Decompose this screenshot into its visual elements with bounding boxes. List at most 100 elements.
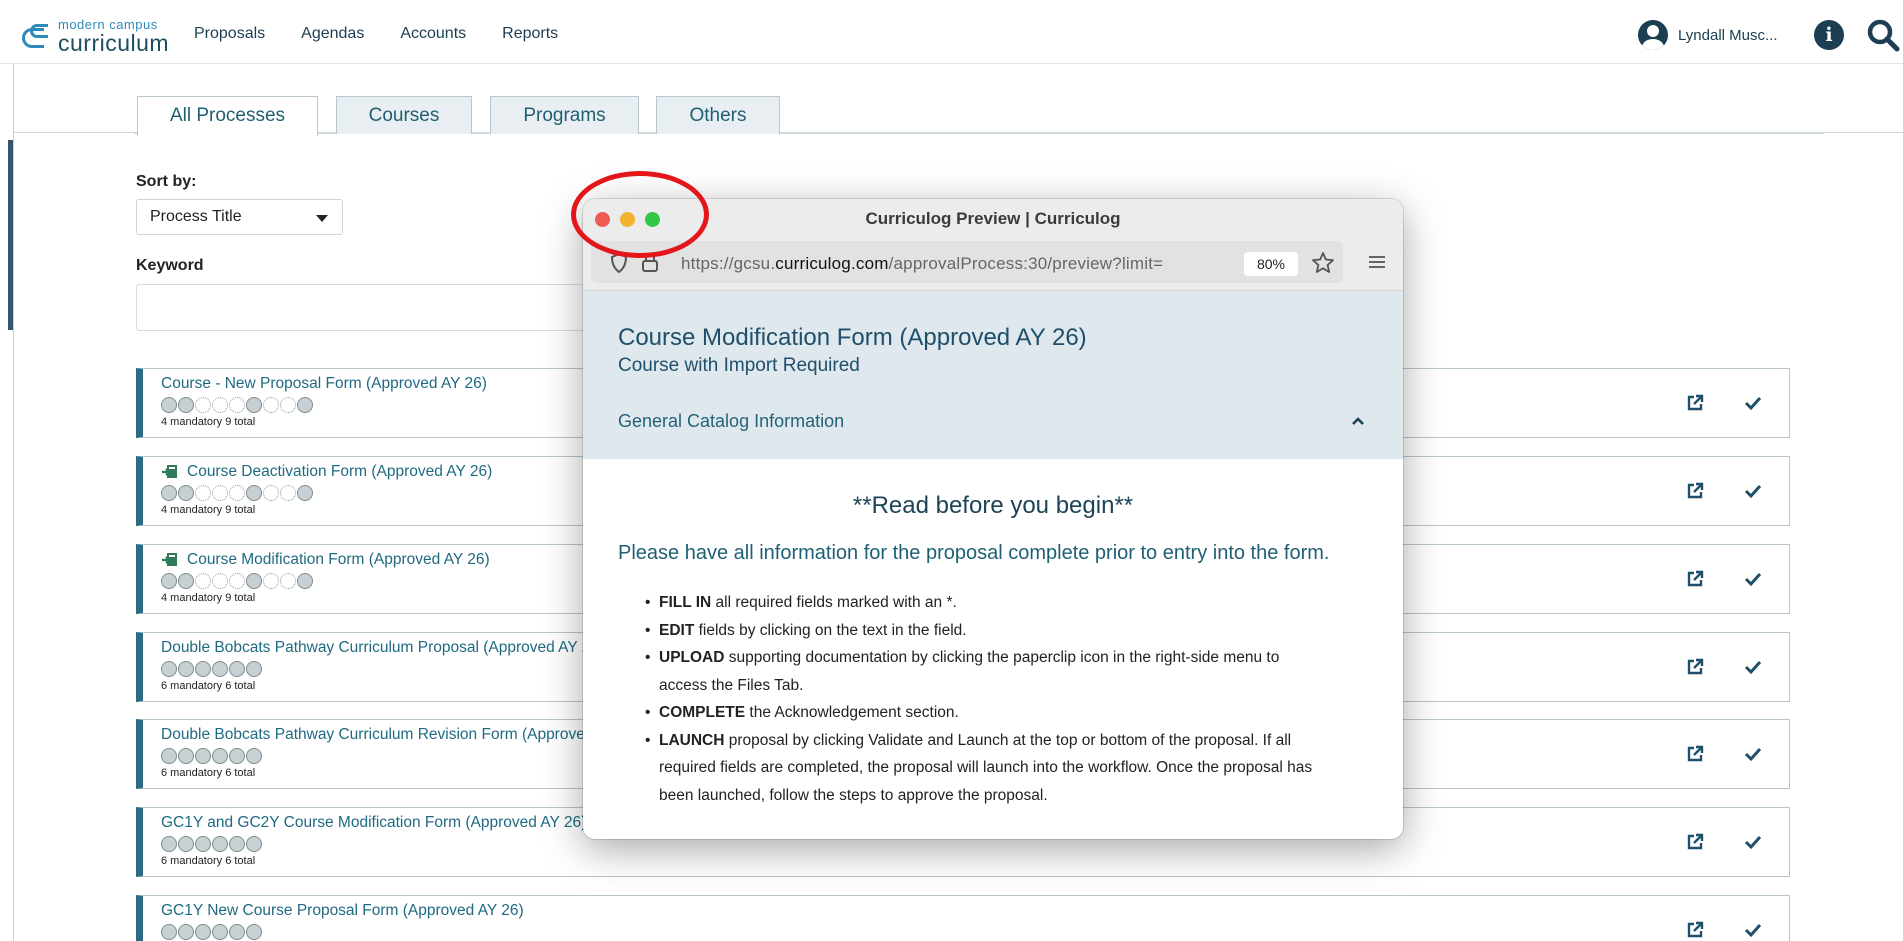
user-menu[interactable]: Lyndall Musc...: [1638, 20, 1778, 50]
step-summary: 4 mandatory 9 total: [161, 504, 256, 516]
section-title[interactable]: General Catalog Information: [618, 411, 844, 432]
select-check-icon[interactable]: [1743, 920, 1763, 940]
user-name: Lyndall Musc...: [1678, 26, 1778, 44]
tab-others[interactable]: Others: [656, 96, 780, 134]
mandatory-step-dot: [161, 836, 177, 852]
optional-step-dot: [263, 573, 279, 589]
mandatory-step-dot: [297, 573, 313, 589]
instruction-text: all required fields marked with an *.: [711, 594, 957, 611]
open-external-icon[interactable]: [1685, 481, 1705, 501]
mandatory-step-dot: [195, 924, 211, 940]
select-check-icon[interactable]: [1743, 393, 1763, 413]
workflow-steps: [161, 397, 314, 413]
nav-agendas[interactable]: Agendas: [301, 25, 364, 43]
instruction-keyword: FILL IN: [659, 594, 712, 611]
mandatory-step-dot: [178, 836, 194, 852]
optional-step-dot: [263, 397, 279, 413]
sort-label: Sort by:: [136, 173, 197, 190]
mandatory-step-dot: [297, 485, 313, 501]
url-prefix: https://gcsu.: [681, 254, 776, 273]
open-external-icon[interactable]: [1685, 393, 1705, 413]
keyword-input[interactable]: [136, 284, 596, 331]
address-bar: https://gcsu.curriculog.com/approvalProc…: [583, 237, 1403, 291]
instruction-text: proposal by clicking Validate and Launch…: [659, 731, 1313, 804]
workflow-steps: [161, 836, 263, 852]
url-text: https://gcsu.curriculog.com/approvalProc…: [681, 254, 1163, 274]
step-summary: 6 mandatory 6 total: [161, 855, 256, 867]
import-icon: [162, 553, 177, 566]
mandatory-step-dot: [246, 661, 262, 677]
optional-step-dot: [212, 573, 228, 589]
open-external-icon[interactable]: [1685, 657, 1705, 677]
user-avatar-icon: [1638, 20, 1668, 50]
form-subtitle: Course with Import Required: [618, 355, 860, 376]
select-check-icon[interactable]: [1743, 569, 1763, 589]
tab-all-processes[interactable]: All Processes: [137, 96, 318, 136]
info-icon[interactable]: i: [1814, 20, 1844, 50]
mandatory-step-dot: [195, 661, 211, 677]
process-title[interactable]: Course Deactivation Form (Approved AY 26…: [161, 463, 492, 481]
instructions-list: FILL IN all required fields marked with …: [645, 589, 1325, 809]
tab-courses[interactable]: Courses: [336, 96, 472, 134]
optional-step-dot: [212, 397, 228, 413]
left-window-edge: [0, 0, 14, 941]
optional-step-dot: [212, 485, 228, 501]
open-external-icon[interactable]: [1685, 569, 1705, 589]
process-title[interactable]: Double Bobcats Pathway Curriculum Propos…: [161, 639, 599, 657]
mandatory-step-dot: [297, 397, 313, 413]
zoom-level[interactable]: 80%: [1244, 252, 1298, 276]
intro-text: Please have all information for the prop…: [618, 542, 1330, 564]
instruction-item: UPLOAD supporting documentation by click…: [645, 644, 1325, 699]
logo-mark-icon: [20, 23, 50, 50]
open-external-icon[interactable]: [1685, 744, 1705, 764]
process-title[interactable]: Double Bobcats Pathway Curriculum Revisi…: [161, 726, 593, 744]
optional-step-dot: [280, 397, 296, 413]
process-title-text: GC1Y New Course Proposal Form (Approved …: [161, 902, 524, 919]
nav-proposals[interactable]: Proposals: [194, 25, 265, 43]
mandatory-step-dot: [195, 748, 211, 764]
mandatory-step-dot: [246, 397, 262, 413]
optional-step-dot: [280, 485, 296, 501]
process-title[interactable]: Course - New Proposal Form (Approved AY …: [161, 375, 487, 393]
mandatory-step-dot: [161, 485, 177, 501]
select-check-icon[interactable]: [1743, 744, 1763, 764]
open-external-icon[interactable]: [1685, 832, 1705, 852]
mandatory-step-dot: [161, 573, 177, 589]
app-logo[interactable]: modern campus curriculum: [20, 18, 169, 55]
mandatory-step-dot: [161, 661, 177, 677]
mandatory-step-dot: [212, 836, 228, 852]
process-title[interactable]: GC1Y New Course Proposal Form (Approved …: [161, 902, 524, 920]
select-check-icon[interactable]: [1743, 832, 1763, 852]
mandatory-step-dot: [246, 836, 262, 852]
select-check-icon[interactable]: [1743, 657, 1763, 677]
step-summary: 6 mandatory 6 total: [161, 767, 256, 779]
nav-reports[interactable]: Reports: [502, 25, 558, 43]
bookmark-star-icon[interactable]: [1311, 251, 1335, 274]
process-title[interactable]: GC1Y and GC2Y Course Modification Form (…: [161, 814, 586, 832]
nav-accounts[interactable]: Accounts: [400, 25, 466, 43]
instruction-keyword: EDIT: [659, 621, 695, 639]
process-row[interactable]: GC1Y New Course Proposal Form (Approved …: [136, 895, 1790, 941]
instruction-text: fields by clicking on the text in the fi…: [694, 621, 967, 639]
mandatory-step-dot: [229, 836, 245, 852]
mandatory-step-dot: [178, 397, 194, 413]
select-check-icon[interactable]: [1743, 481, 1763, 501]
open-external-icon[interactable]: [1685, 920, 1705, 940]
url-field[interactable]: https://gcsu.curriculog.com/approvalProc…: [591, 241, 1343, 283]
search-icon[interactable]: [1866, 18, 1900, 52]
tab-programs[interactable]: Programs: [490, 96, 639, 134]
instruction-text: supporting documentation by clicking the…: [659, 649, 1280, 694]
menu-icon[interactable]: [1368, 255, 1386, 269]
url-path: /approvalProcess:30/preview?limit=: [888, 254, 1164, 273]
instruction-keyword: LAUNCH: [659, 731, 725, 749]
optional-step-dot: [229, 485, 245, 501]
workflow-steps: [161, 748, 263, 764]
instruction-item: EDIT fields by clicking on the text in t…: [645, 617, 1325, 645]
read-before-heading: **Read before you begin**: [852, 492, 1134, 519]
process-title[interactable]: Course Modification Form (Approved AY 26…: [161, 551, 490, 569]
workflow-steps: [161, 661, 263, 677]
preview-window: Curriculog Preview | Curriculog https://…: [583, 199, 1403, 839]
optional-step-dot: [229, 573, 245, 589]
sort-select[interactable]: Process Title: [136, 199, 343, 235]
chevron-up-icon[interactable]: [1351, 416, 1365, 426]
